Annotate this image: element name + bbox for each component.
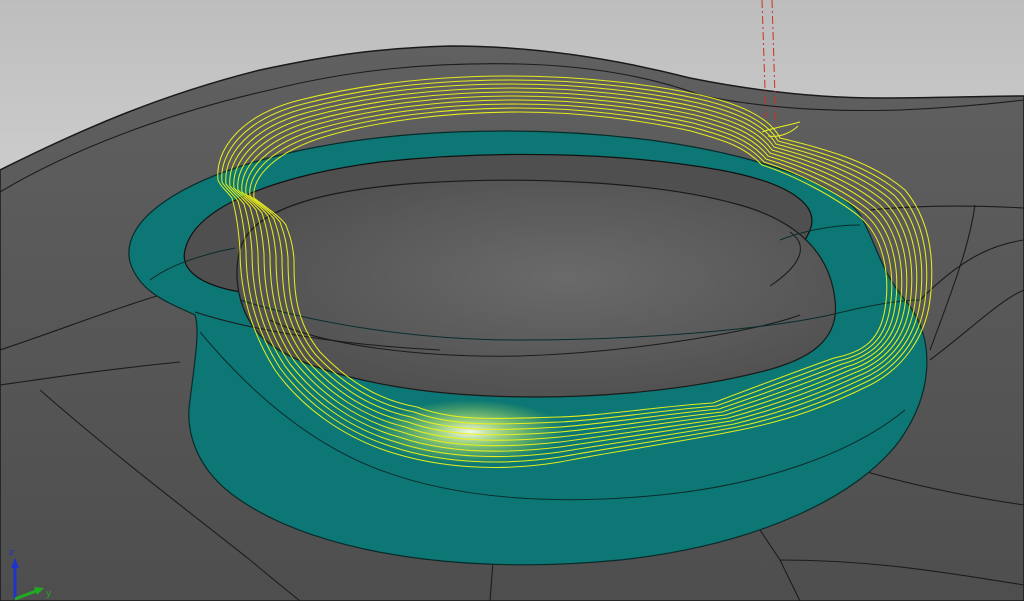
y-arrow-icon — [34, 587, 44, 595]
z-arrow-icon — [11, 558, 19, 568]
y-axis-label: y — [46, 589, 52, 599]
model-scene[interactable] — [0, 0, 1024, 601]
z-axis-label: z — [9, 548, 14, 558]
3d-viewport[interactable]: z y — [0, 0, 1024, 601]
pocket-floor — [236, 179, 837, 398]
y-axis-icon — [14, 589, 37, 601]
